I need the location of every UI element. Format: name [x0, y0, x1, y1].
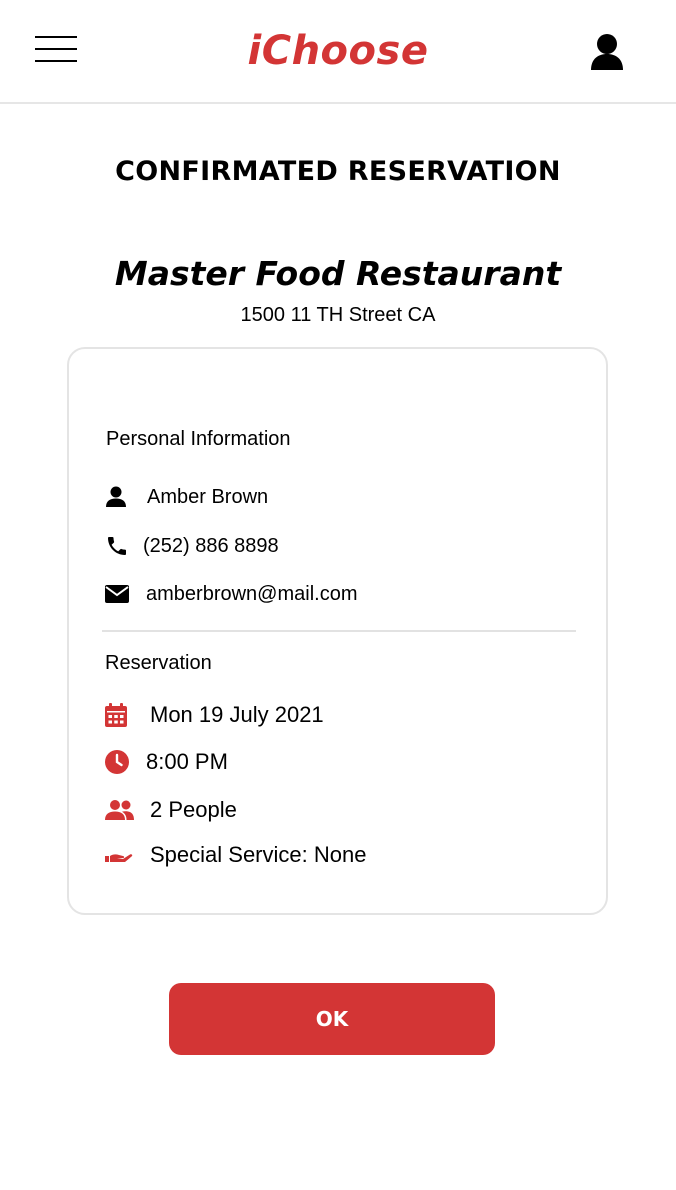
reservation-time-row: 8:00 PM — [105, 747, 228, 777]
section-divider — [102, 630, 576, 632]
page-title: CONFIRMATED RESERVATION — [115, 156, 561, 187]
personal-name: Amber Brown — [147, 485, 269, 508]
reservation-special-service: Special Service: None — [150, 842, 367, 867]
personal-phone-row: (252) 886 8898 — [105, 531, 279, 561]
app-header: iChoose — [0, 0, 676, 104]
reservation-heading: Reservation — [105, 652, 212, 674]
user-icon[interactable] — [588, 32, 626, 72]
people-icon — [105, 797, 135, 823]
reservation-people: 2 People — [150, 797, 237, 822]
hand-service-icon — [105, 842, 135, 868]
clock-icon — [105, 749, 135, 775]
phone-icon — [105, 533, 135, 559]
reservation-card: Personal Information Amber Brown (252) 8… — [67, 347, 608, 915]
person-icon — [105, 484, 135, 510]
restaurant-name: Master Food Restaurant — [114, 254, 562, 293]
personal-info-heading: Personal Information — [106, 428, 291, 450]
reservation-time: 8:00 PM — [146, 749, 228, 774]
app-logo: iChoose — [247, 28, 429, 74]
personal-phone: (252) 886 8898 — [143, 534, 279, 557]
personal-email: amberbrown@mail.com — [146, 582, 358, 605]
ok-button[interactable]: OK — [169, 983, 495, 1055]
personal-name-row: Amber Brown — [105, 482, 268, 512]
reservation-people-row: 2 People — [105, 795, 237, 825]
calendar-icon — [105, 702, 135, 728]
reservation-date: Mon 19 July 2021 — [150, 702, 324, 727]
reservation-date-row: Mon 19 July 2021 — [105, 700, 324, 730]
envelope-icon — [105, 581, 135, 607]
reservation-service-row: Special Service: None — [105, 840, 366, 870]
personal-email-row: amberbrown@mail.com — [105, 579, 357, 609]
restaurant-address: 1500 11 TH Street CA — [240, 304, 436, 326]
